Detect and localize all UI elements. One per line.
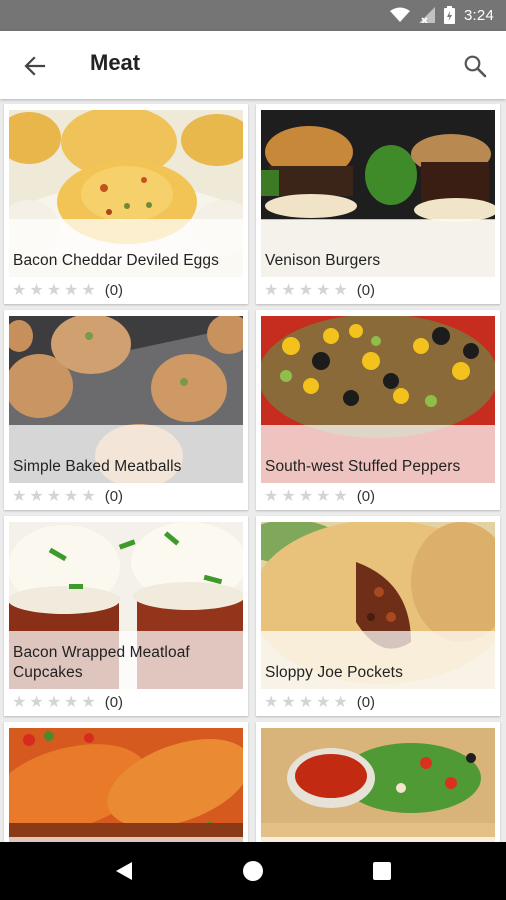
- nav-back-button[interactable]: [104, 851, 144, 891]
- star-icon: ★: [81, 487, 96, 505]
- star-icon: ★: [316, 487, 331, 505]
- star-icon: ★: [29, 281, 44, 299]
- rating-bar: ★ ★ ★ ★ ★ (0): [264, 694, 375, 711]
- back-triangle-icon: [116, 862, 133, 880]
- recipe-card[interactable]: Venison Burgers ★ ★ ★ ★ ★ (0): [256, 104, 500, 304]
- recipe-image: Venison Burgers: [261, 110, 495, 277]
- recipe-title: Bacon Cheddar Deviled Eggs: [9, 219, 243, 277]
- app-toolbar: Meat: [0, 31, 506, 99]
- rating-count: (0): [356, 694, 376, 711]
- search-button[interactable]: [460, 51, 490, 81]
- star-icon: ★: [64, 693, 79, 711]
- star-icon: ★: [264, 281, 279, 299]
- recipe-grid: Bacon Cheddar Deviled Eggs ★ ★ ★ ★ ★ (0): [0, 99, 506, 842]
- star-icon: ★: [29, 693, 44, 711]
- page-title: Meat: [90, 50, 141, 75]
- rating-count: (0): [104, 694, 124, 711]
- recents-square-icon: [372, 862, 391, 880]
- recipe-image: Bacon Cheddar Deviled Eggs: [9, 110, 243, 277]
- rating-count: (0): [356, 488, 376, 505]
- search-icon: [464, 55, 487, 78]
- star-icon: ★: [12, 693, 27, 711]
- rating-bar: ★ ★ ★ ★ ★ (0): [12, 488, 123, 505]
- rating-bar: ★ ★ ★ ★ ★ (0): [12, 282, 123, 299]
- star-icon: ★: [12, 487, 27, 505]
- star-icon: ★: [46, 487, 62, 505]
- star-icon: ★: [64, 281, 79, 299]
- status-icons: 3:24: [390, 6, 494, 24]
- star-icon: ★: [333, 487, 348, 505]
- recipe-card[interactable]: Simple Baked Meatballs ★ ★ ★ ★ ★ (0): [4, 310, 248, 510]
- star-icon: ★: [264, 487, 279, 505]
- nav-recents-button[interactable]: [362, 851, 402, 891]
- star-icon: ★: [298, 693, 314, 711]
- star-icon: ★: [29, 487, 44, 505]
- star-icon: ★: [333, 693, 348, 711]
- star-icon: ★: [264, 693, 279, 711]
- star-icon: ★: [12, 281, 27, 299]
- star-icon: ★: [281, 693, 296, 711]
- recipe-title: South-west Stuffed Peppers: [261, 425, 495, 483]
- star-icon: ★: [281, 281, 296, 299]
- recipe-image: Simple Baked Meatballs: [9, 316, 243, 483]
- recipe-title: Venison Burgers: [261, 219, 495, 277]
- recipe-card[interactable]: [4, 722, 248, 842]
- star-icon: ★: [46, 281, 62, 299]
- recipe-image: Bacon Wrapped Meatloaf Cupcakes: [9, 522, 243, 689]
- recipe-image: [261, 728, 495, 842]
- cellular-signal-icon: [419, 7, 435, 23]
- star-icon: ★: [316, 693, 331, 711]
- status-time: 3:24: [464, 6, 494, 24]
- status-bar: 3:24: [0, 0, 506, 31]
- nav-home-button[interactable]: [233, 851, 273, 891]
- recipe-image: Sloppy Joe Pockets: [261, 522, 495, 689]
- recipe-title: Sloppy Joe Pockets: [261, 631, 495, 689]
- recipe-image: [9, 728, 243, 842]
- rating-bar: ★ ★ ★ ★ ★ (0): [264, 282, 375, 299]
- star-icon: ★: [46, 693, 62, 711]
- star-icon: ★: [298, 281, 314, 299]
- recipe-card[interactable]: Bacon Wrapped Meatloaf Cupcakes ★ ★ ★ ★ …: [4, 516, 248, 716]
- rating-count: (0): [104, 282, 124, 299]
- rating-count: (0): [356, 282, 376, 299]
- system-nav-bar: [0, 842, 506, 900]
- battery-icon: [444, 6, 455, 24]
- rating-bar: ★ ★ ★ ★ ★ (0): [264, 488, 375, 505]
- arrow-back-icon: [24, 56, 46, 76]
- star-icon: ★: [64, 487, 79, 505]
- star-icon: ★: [298, 487, 314, 505]
- recipe-title: Simple Baked Meatballs: [9, 425, 243, 483]
- home-circle-icon: [242, 861, 263, 881]
- recipe-image: South-west Stuffed Peppers: [261, 316, 495, 483]
- star-icon: ★: [81, 693, 96, 711]
- rating-bar: ★ ★ ★ ★ ★ (0): [12, 694, 123, 711]
- recipe-title: Bacon Wrapped Meatloaf Cupcakes: [9, 631, 243, 689]
- star-icon: ★: [281, 487, 296, 505]
- star-icon: ★: [316, 281, 331, 299]
- rating-count: (0): [104, 488, 124, 505]
- wifi-icon: [390, 7, 410, 22]
- star-icon: ★: [81, 281, 96, 299]
- back-button[interactable]: [20, 51, 50, 81]
- recipe-card[interactable]: [256, 722, 500, 842]
- recipe-card[interactable]: South-west Stuffed Peppers ★ ★ ★ ★ ★ (0): [256, 310, 500, 510]
- recipe-card[interactable]: Sloppy Joe Pockets ★ ★ ★ ★ ★ (0): [256, 516, 500, 716]
- star-icon: ★: [333, 281, 348, 299]
- recipe-card[interactable]: Bacon Cheddar Deviled Eggs ★ ★ ★ ★ ★ (0): [4, 104, 248, 304]
